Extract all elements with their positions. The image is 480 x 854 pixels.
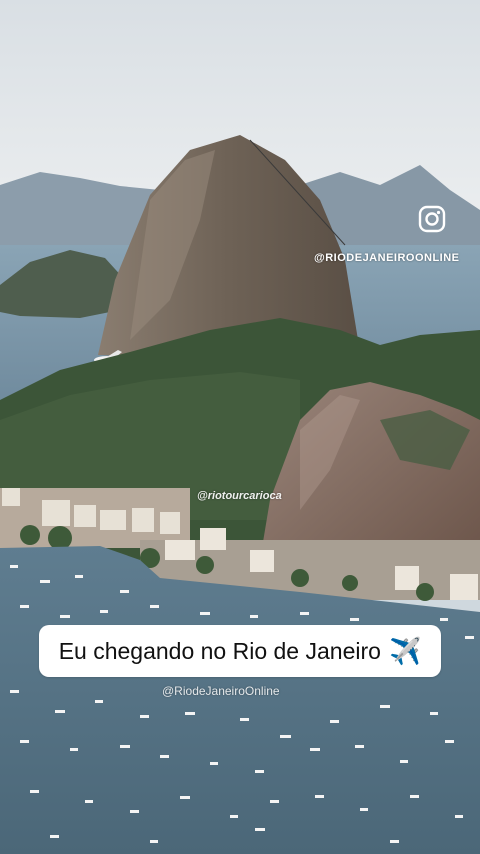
caption-text: Eu chegando no Rio de Janeiro [58,637,381,664]
caption-box: Eu chegando no Rio de Janeiro ✈️ [39,625,441,677]
instagram-handle: @RIODEJANEIROONLINE [314,252,460,264]
instagram-icon [418,205,446,233]
rio-landscape-photo [0,0,480,854]
watermark-riotourcarioca: @riotourcarioca [197,490,282,502]
watermark-riodejaneiroonline: @RiodeJaneiroOnline [162,684,280,698]
airplane-emoji: ✈️ [388,636,422,666]
